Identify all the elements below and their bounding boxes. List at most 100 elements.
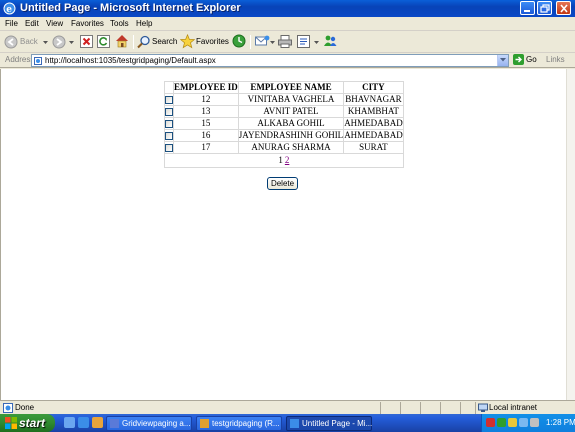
table-row: 13 AVNIT PATEL KHAMBHAT (164, 105, 404, 118)
employee-grid: EMPLOYEE ID EMPLOYEE NAME CITY 12 VINITA… (164, 81, 404, 168)
header-employee-id: EMPLOYEE ID (173, 81, 239, 94)
grid-header-row: EMPLOYEE ID EMPLOYEE NAME CITY (164, 81, 404, 94)
status-divider (440, 402, 441, 414)
go-button[interactable]: Go (513, 54, 537, 67)
messenger-icon[interactable] (323, 34, 337, 48)
taskbar: start Gridviewpaging a... testgridpaging… (0, 414, 575, 432)
status-divider (380, 402, 381, 414)
security-zone: Local intranet (489, 403, 538, 412)
status-divider (400, 402, 401, 414)
cell-employee-name: ANURAG SHARMA (237, 141, 345, 154)
forward-arrow-icon[interactable] (52, 35, 66, 49)
address-dropdown[interactable] (497, 55, 508, 66)
maximize-button[interactable] (537, 1, 552, 15)
address-input[interactable]: http://localhost:1035/testgridpaging/Def… (31, 54, 509, 67)
tray-misc-icon[interactable] (530, 418, 539, 427)
go-arrow-icon (513, 54, 524, 65)
cell-city: BHAVNAGAR (343, 93, 404, 106)
status-divider (420, 402, 421, 414)
cell-employee-id: 17 (173, 141, 239, 154)
stop-icon[interactable] (80, 35, 93, 48)
edit-icon[interactable] (297, 35, 310, 48)
status-divider (475, 402, 476, 414)
chevron-down-icon[interactable] (43, 41, 48, 45)
start-button[interactable]: start (0, 414, 55, 432)
row-checkbox[interactable] (165, 143, 173, 152)
toolbar-separator (133, 35, 134, 49)
cell-employee-id: 13 (173, 105, 239, 118)
back-button[interactable]: Back (4, 34, 46, 50)
cell-employee-name: ALKABA GOHIL (237, 117, 345, 130)
chevron-down-icon[interactable] (69, 41, 74, 45)
delete-button[interactable]: Delete (267, 177, 298, 190)
cell-employee-id: 16 (173, 129, 239, 142)
table-row: 12 VINITABA VAGHELA BHAVNAGAR (164, 93, 404, 106)
quicklaunch-ie-icon[interactable] (78, 417, 89, 428)
taskbar-item-untitled-page[interactable]: Untitled Page - Mi... (286, 416, 372, 431)
table-row: 16 JAYENDRASHINH GOHIL AHMEDABAD (164, 129, 404, 142)
cell-employee-id: 15 (173, 117, 239, 130)
start-label: start (19, 416, 46, 430)
back-arrow-icon (4, 35, 18, 49)
row-checkbox[interactable] (165, 107, 173, 116)
home-icon[interactable] (115, 34, 129, 48)
quicklaunch-desktop-icon[interactable] (64, 417, 75, 428)
cell-employee-name: VINITABA VAGHELA (237, 93, 345, 106)
cell-city: AHMEDABAD (343, 117, 404, 130)
visual-studio-icon (110, 419, 119, 428)
row-checkbox[interactable] (165, 119, 173, 128)
window-title: Untitled Page - Microsoft Internet Explo… (20, 2, 241, 14)
search-button[interactable]: Search (137, 34, 177, 50)
go-label: Go (526, 55, 537, 64)
favorites-button[interactable]: Favorites (180, 34, 230, 50)
tray-network-icon[interactable] (497, 418, 506, 427)
print-icon[interactable] (278, 35, 292, 48)
refresh-icon[interactable] (97, 35, 110, 48)
favorites-label: Favorites (196, 37, 229, 46)
chevron-down-icon[interactable] (270, 41, 275, 45)
internet-explorer-icon: e (3, 2, 16, 15)
project-icon (200, 419, 209, 428)
menu-view[interactable]: View (46, 19, 63, 28)
pager-row: 12 (164, 153, 404, 168)
page-icon (34, 57, 42, 65)
links-button[interactable]: Links (546, 55, 565, 64)
internet-explorer-icon (290, 419, 299, 428)
toolbar-separator (250, 35, 251, 49)
menu-favorites[interactable]: Favorites (71, 19, 104, 28)
taskbar-item-gridviewpaging[interactable]: Gridviewpaging a... (106, 416, 192, 431)
checkbox-header (164, 81, 174, 94)
status-divider (460, 402, 461, 414)
menu-tools[interactable]: Tools (110, 19, 129, 28)
header-employee-name: EMPLOYEE NAME (237, 81, 345, 94)
chevron-down-icon (500, 58, 506, 62)
menu-edit[interactable]: Edit (25, 19, 39, 28)
close-button[interactable] (556, 1, 571, 15)
vertical-scrollbar[interactable] (566, 69, 575, 400)
address-url: http://localhost:1035/testgridpaging/Def… (45, 56, 216, 65)
pager-link-page-2[interactable]: 2 (285, 155, 290, 165)
cell-employee-name: JAYENDRASHINH GOHIL (237, 129, 345, 142)
mail-icon[interactable] (255, 35, 270, 47)
toolbar: Back Search Favorites (0, 31, 575, 53)
system-tray: 1:28 PM (481, 414, 575, 432)
tray-volume-icon[interactable] (508, 418, 517, 427)
cell-city: AHMEDABAD (343, 129, 404, 142)
page-content: EMPLOYEE ID EMPLOYEE NAME CITY 12 VINITA… (0, 69, 566, 400)
menu-help[interactable]: Help (136, 19, 152, 28)
tray-shield-icon[interactable] (486, 418, 495, 427)
taskbar-item-testgridpaging[interactable]: testgridpaging (R... (196, 416, 282, 431)
menu-file[interactable]: File (5, 19, 18, 28)
history-icon[interactable] (232, 34, 246, 48)
chevron-down-icon[interactable] (314, 41, 319, 45)
search-label: Search (152, 37, 178, 46)
minimize-button[interactable] (520, 1, 535, 15)
title-bar[interactable]: e Untitled Page - Microsoft Internet Exp… (0, 0, 575, 17)
row-checkbox[interactable] (165, 131, 173, 140)
cell-employee-name: AVNIT PATEL (237, 105, 345, 118)
svg-text:e: e (6, 5, 12, 15)
pager-current-page: 1 (278, 155, 283, 165)
quicklaunch-media-icon[interactable] (92, 417, 103, 428)
tray-app-icon[interactable] (519, 418, 528, 427)
row-checkbox[interactable] (165, 95, 173, 104)
